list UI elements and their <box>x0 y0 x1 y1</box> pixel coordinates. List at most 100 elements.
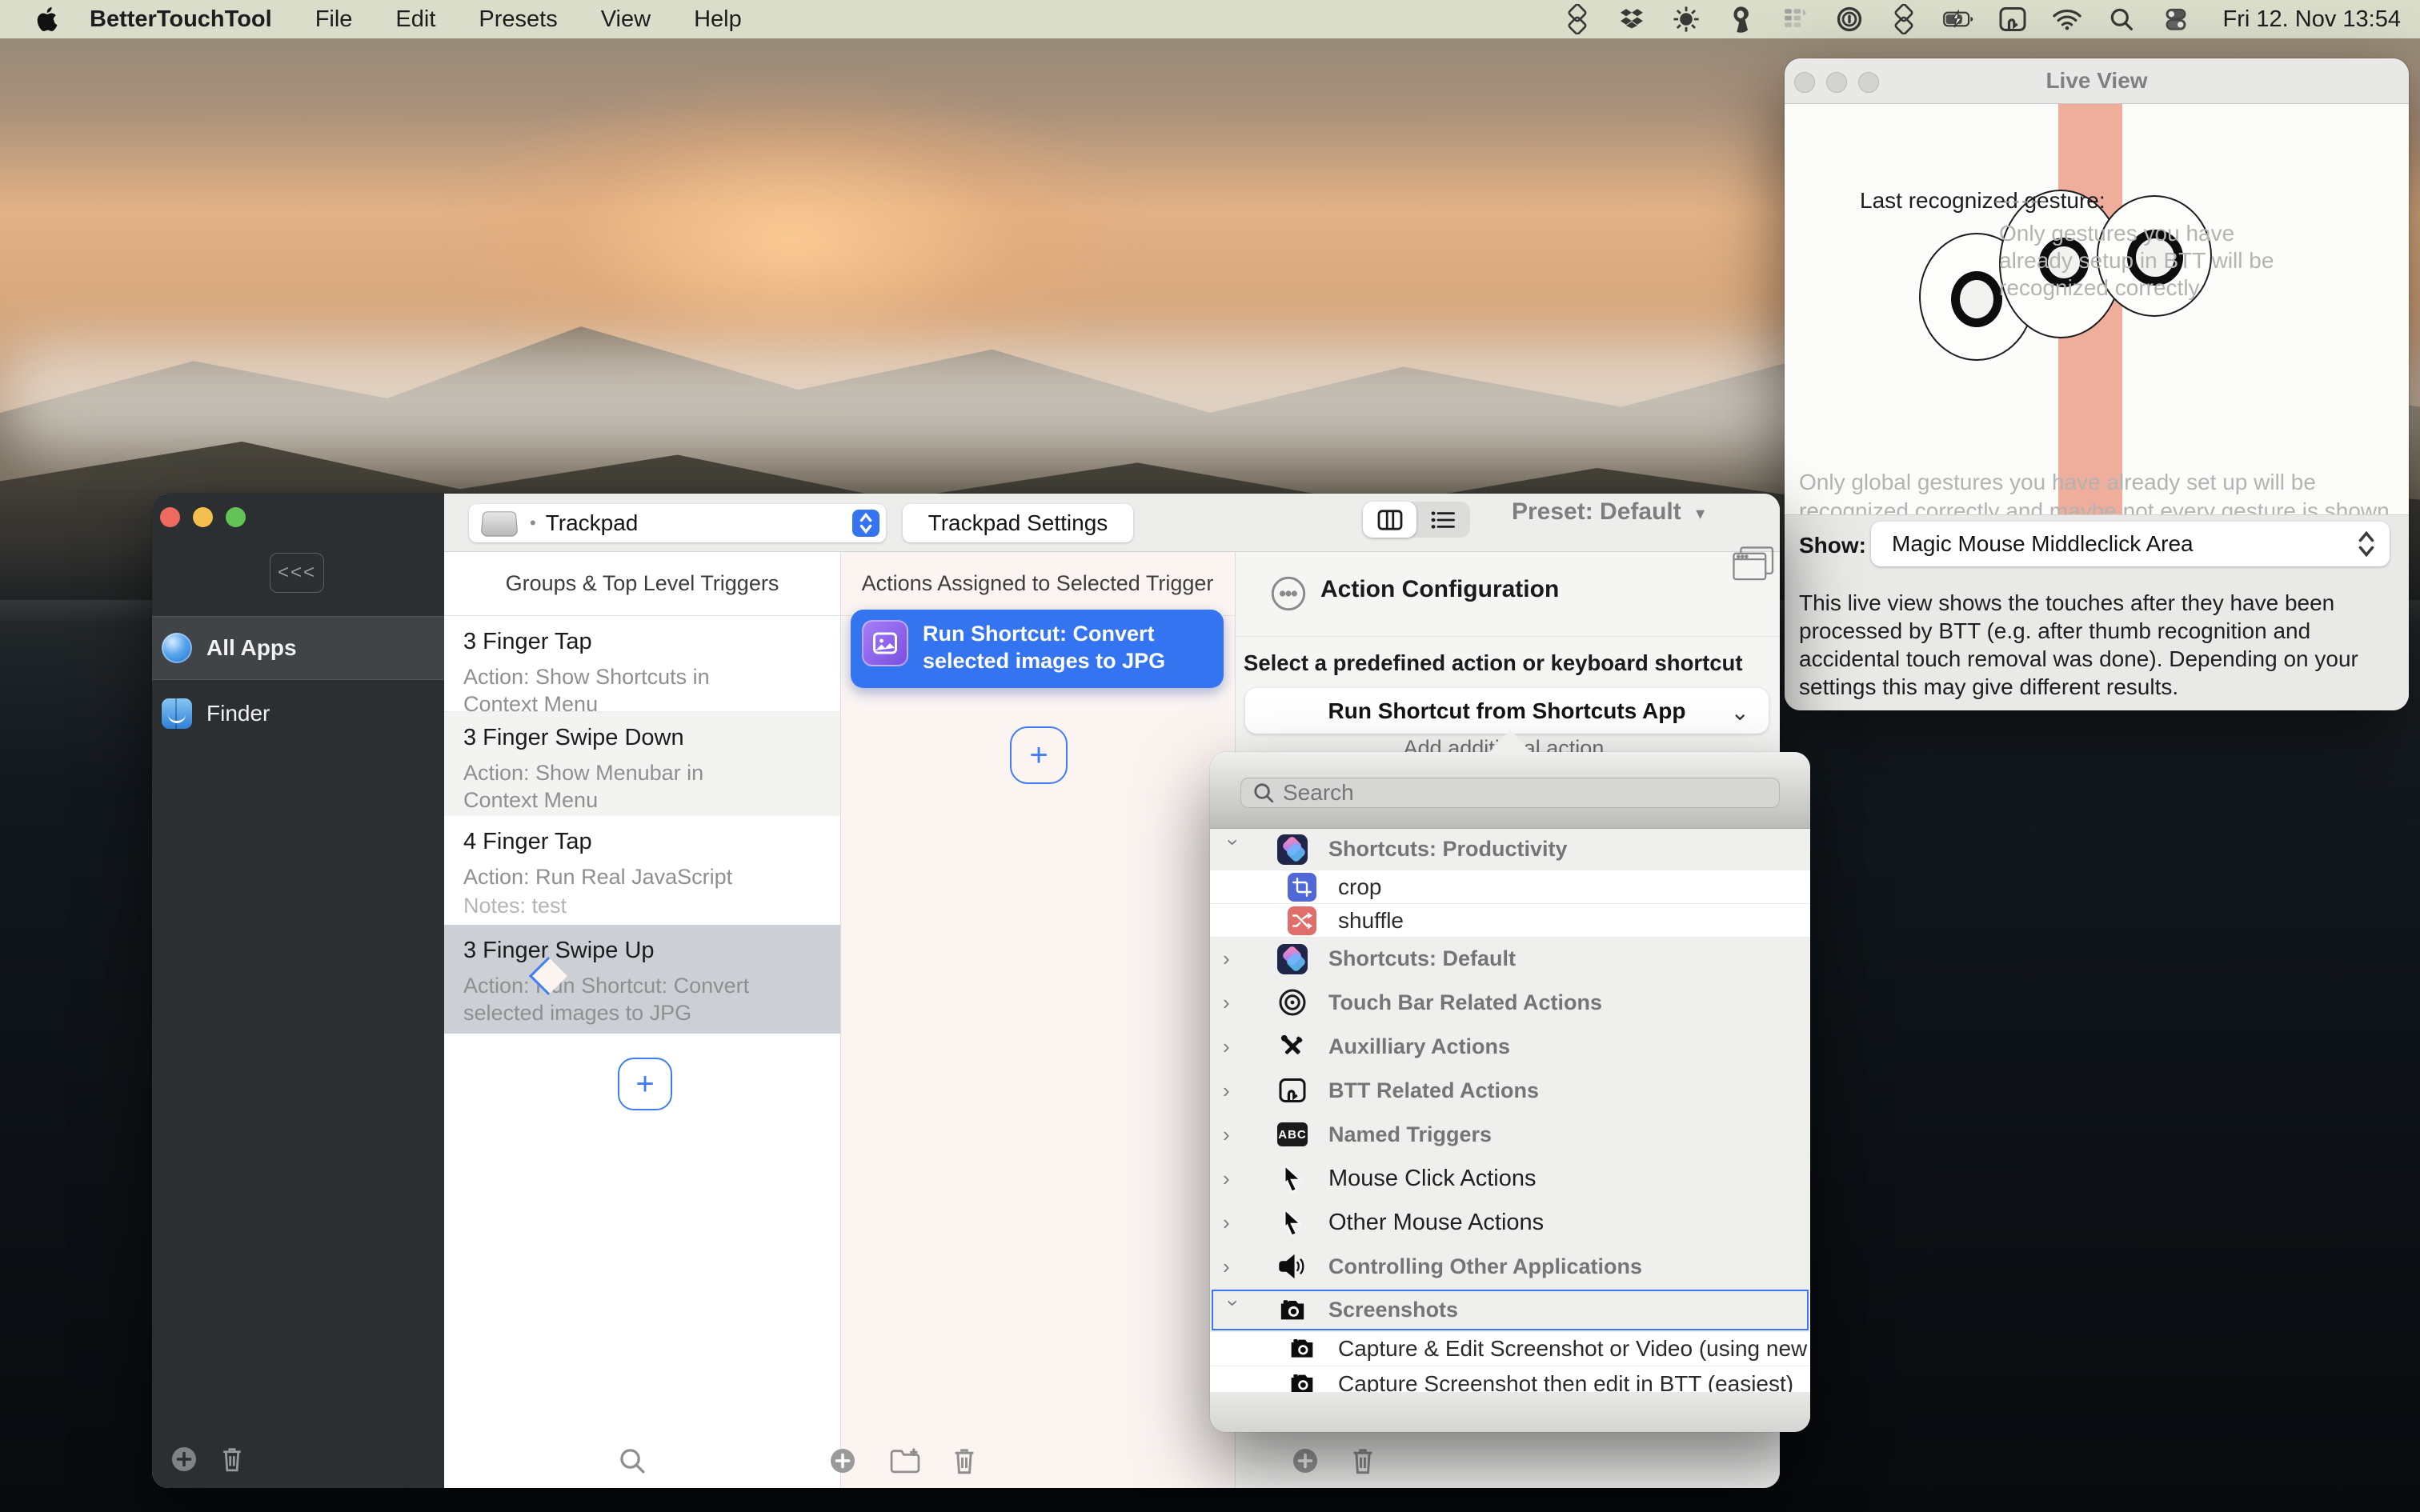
chevron-right-icon[interactable]: › <box>1223 1210 1244 1235</box>
menubar-presets[interactable]: Presets <box>479 6 557 33</box>
chevron-expanded-icon[interactable]: › <box>1221 1300 1246 1321</box>
trigger-title: 3 Finger Swipe Down <box>463 725 840 751</box>
popover-notch <box>1489 730 1531 752</box>
delete-app-button[interactable] <box>219 1446 245 1477</box>
view-mode-segmented-control <box>1363 502 1470 538</box>
trigger-action: Action: Run Shortcut: Convert selected i… <box>463 972 783 1026</box>
add-group-folder-button[interactable] <box>889 1445 921 1477</box>
battery-charging-icon[interactable] <box>1943 4 1973 34</box>
live-view-titlebar[interactable]: Live View <box>1785 58 2409 104</box>
close-button[interactable] <box>1794 72 1815 93</box>
touch-point <box>1951 271 2002 327</box>
list-view-segment[interactable] <box>1416 502 1470 538</box>
trigger-action: Action: Show Shortcuts in Context Menu <box>463 663 783 718</box>
popover-footer <box>1210 1392 1810 1432</box>
category-row-auxilliary[interactable]: › Auxilliary Actions <box>1210 1025 1810 1069</box>
action-row-shuffle[interactable]: shuffle <box>1210 904 1810 938</box>
live-view-window: Last recognized gesture: ------ Only ges… <box>1785 58 2409 710</box>
add-app-button[interactable] <box>170 1445 198 1478</box>
chevron-right-icon[interactable]: › <box>1223 1122 1244 1147</box>
chevron-right-icon[interactable]: › <box>1223 990 1244 1015</box>
btt-trackpad-icon[interactable] <box>1997 4 2028 34</box>
menubar-edit[interactable]: Edit <box>395 6 435 33</box>
category-row-controlling-apps[interactable]: › Controlling Other Applications <box>1210 1245 1810 1289</box>
zoom-button[interactable] <box>1858 72 1879 93</box>
btt-trackpad-icon <box>1277 1075 1308 1106</box>
predefined-action-select[interactable]: Run Shortcut from Shortcuts App ⌄ <box>1245 688 1769 734</box>
category-row-btt-related[interactable]: › BTT Related Actions <box>1210 1069 1810 1113</box>
brightness-icon[interactable] <box>1671 4 1701 34</box>
add-trigger-circle-button[interactable] <box>827 1445 859 1477</box>
aldente-icon[interactable] <box>1834 4 1865 34</box>
config-dots-icon[interactable] <box>1270 575 1307 616</box>
action-category-list: › Shortcuts: Productivity crop shuffle ›… <box>1210 829 1810 1392</box>
actions-column-header: Actions Assigned to Selected Trigger <box>840 552 1235 615</box>
menubar-help[interactable]: Help <box>694 6 742 33</box>
search-triggers-icon[interactable] <box>616 1445 648 1477</box>
show-mode-select[interactable]: Magic Mouse Middleclick Area <box>1871 522 2390 566</box>
menubar-clock[interactable]: Fri 12. Nov 13:54 <box>2223 6 2401 33</box>
category-row-touch-bar[interactable]: › Touch Bar Related Actions <box>1210 981 1810 1025</box>
chevron-right-icon[interactable]: › <box>1223 1078 1244 1103</box>
onepassword-icon[interactable] <box>1725 4 1756 34</box>
caret-down-icon: ▾ <box>1696 503 1705 523</box>
sidebar-collapse-button[interactable]: <<< <box>270 553 324 593</box>
minimize-button[interactable] <box>1826 72 1847 93</box>
trigger-row-3-finger-swipe-down[interactable]: 3 Finger Swipe Down Action: Show Menubar… <box>444 712 840 816</box>
action-row-capture-edit-screenshot[interactable]: Capture & Edit Screenshot or Video (usin… <box>1210 1332 1810 1366</box>
action-config-subtitle: Select a predefined action or keyboard s… <box>1244 650 1743 676</box>
menubar-app-name[interactable]: BetterTouchTool <box>90 6 272 33</box>
spotlight-search-icon[interactable] <box>2106 4 2137 34</box>
trigger-row-3-finger-tap[interactable]: 3 Finger Tap Action: Show Shortcuts in C… <box>444 616 840 712</box>
trigger-row-4-finger-tap[interactable]: 4 Finger Tap Action: Run Real JavaScript… <box>444 816 840 925</box>
menubar-view[interactable]: View <box>601 6 651 33</box>
chevron-right-icon[interactable]: › <box>1223 1254 1244 1279</box>
preset-selector[interactable]: Preset: Default ▾ <box>1512 498 1705 526</box>
live-view-settings-panel: Show: Magic Mouse Middleclick Area This … <box>1785 514 2409 710</box>
category-row-named-triggers[interactable]: › ABC Named Triggers <box>1210 1113 1810 1157</box>
main-toolbar: • Trackpad Trackpad Settings Preset: Def… <box>444 494 1780 552</box>
column-separator <box>840 552 841 1488</box>
close-button[interactable] <box>160 507 180 527</box>
stacked-diamonds-icon[interactable] <box>1889 4 1919 34</box>
control-center-icon[interactable] <box>2161 4 2191 34</box>
category-row-screenshots[interactable]: › Screenshots <box>1210 1289 1810 1332</box>
wifi-icon[interactable] <box>2052 4 2082 34</box>
delete-action-button[interactable] <box>1347 1445 1379 1477</box>
minimize-button[interactable] <box>193 507 213 527</box>
add-action-circle-button[interactable] <box>1289 1445 1321 1477</box>
app-sidebar: <<< All Apps Finder <box>152 494 444 1488</box>
chevron-right-icon[interactable]: › <box>1223 1166 1244 1191</box>
shuffle-icon <box>1288 906 1316 935</box>
apple-menu-icon[interactable] <box>34 7 61 31</box>
chevron-right-icon[interactable]: › <box>1223 946 1244 971</box>
category-row-shortcuts-default[interactable]: › Shortcuts: Default <box>1210 938 1810 981</box>
detach-panel-icon[interactable] <box>1729 544 1777 588</box>
action-row-crop[interactable]: crop <box>1210 870 1810 904</box>
category-row-other-mouse[interactable]: › Other Mouse Actions <box>1210 1201 1810 1245</box>
trackpad-settings-button[interactable]: Trackpad Settings <box>903 504 1133 542</box>
dropbox-icon[interactable] <box>1617 4 1647 34</box>
category-row-shortcuts-productivity[interactable]: › Shortcuts: Productivity <box>1210 829 1810 870</box>
predefined-action-value: Run Shortcut from Shortcuts App <box>1328 698 1686 724</box>
search-input[interactable]: Search <box>1240 778 1780 808</box>
action-row-capture-screenshot-btt[interactable]: Capture Screenshot then edit in BTT (eas… <box>1210 1366 1810 1392</box>
sidebar-item-finder[interactable]: Finder <box>152 682 444 746</box>
device-selector[interactable]: • Trackpad <box>469 504 886 542</box>
delete-trigger-button[interactable] <box>948 1445 980 1477</box>
add-action-button[interactable]: + <box>1010 726 1068 784</box>
trigger-row-3-finger-swipe-up-selected[interactable]: 3 Finger Swipe Up Action: Run Shortcut: … <box>444 925 840 1034</box>
stage-grid-icon[interactable] <box>1780 4 1810 34</box>
gesture-hint-text: Only gestures you have already setup in … <box>1999 220 2274 302</box>
stacked-diamonds-icon[interactable] <box>1562 4 1593 34</box>
chevron-expanded-icon[interactable]: › <box>1221 839 1246 860</box>
columns-view-segment[interactable] <box>1363 502 1416 538</box>
crop-icon <box>1288 873 1316 902</box>
column-headers: Groups & Top Level Triggers Actions Assi… <box>444 552 1235 616</box>
menubar-file[interactable]: File <box>315 6 353 33</box>
sidebar-item-all-apps[interactable]: All Apps <box>152 616 444 680</box>
chevron-right-icon[interactable]: › <box>1223 1034 1244 1059</box>
category-row-mouse-click[interactable]: › Mouse Click Actions <box>1210 1157 1810 1201</box>
add-trigger-button[interactable]: + <box>618 1058 672 1110</box>
zoom-button[interactable] <box>226 507 246 527</box>
